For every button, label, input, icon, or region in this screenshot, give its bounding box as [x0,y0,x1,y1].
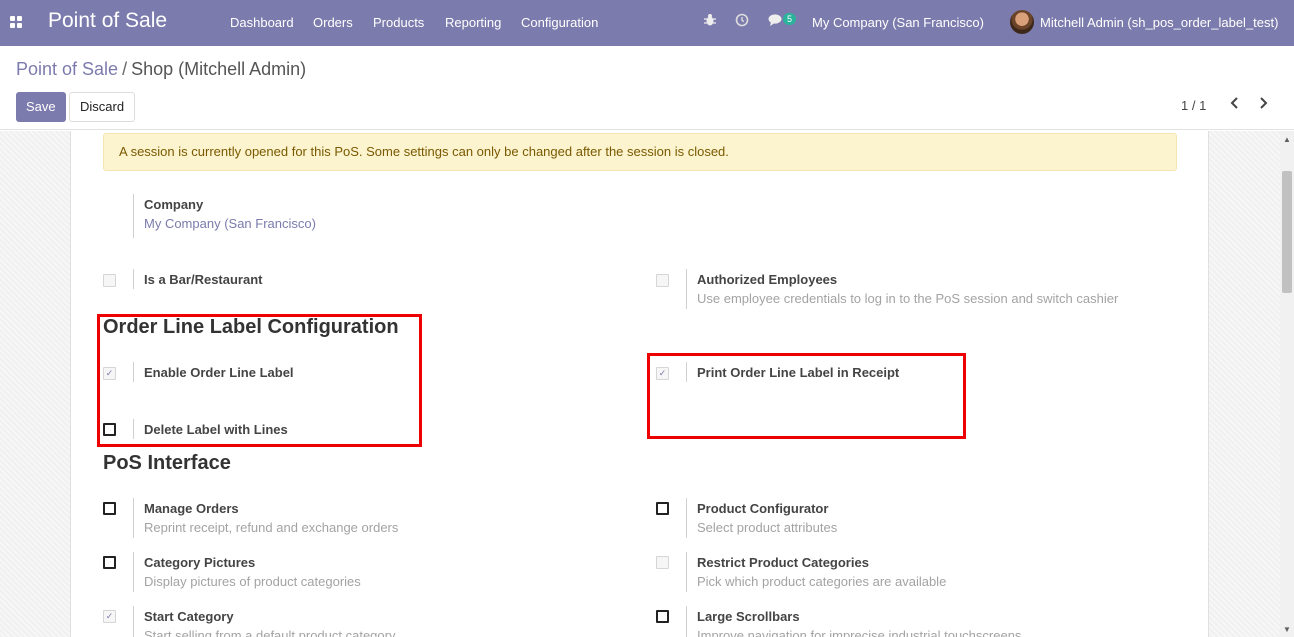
authorized-employees-checkbox [656,274,669,287]
scroll-thumb[interactable] [1282,171,1292,293]
menu-reporting[interactable]: Reporting [445,15,501,30]
restrict-categories-desc: Pick which product categories are availa… [697,574,947,589]
category-pictures-label: Category Pictures [144,555,256,570]
top-navbar: Point of Sale Dashboard Orders Products … [0,0,1294,46]
menu-products[interactable]: Products [373,15,424,30]
divider [686,606,687,637]
manage-orders-desc: Reprint receipt, refund and exchange ord… [144,520,399,535]
highlight-box-left [97,314,422,447]
chevron-left-icon[interactable] [1229,96,1241,115]
messages-badge: 5 [783,13,797,25]
start-category-label: Start Category [144,609,234,624]
restrict-categories-label: Restrict Product Categories [697,555,869,570]
divider [686,498,687,538]
company-switcher[interactable]: My Company (San Francisco) [812,15,984,30]
product-configurator-label: Product Configurator [697,501,829,516]
scrollbar[interactable]: ▲ ▼ [1280,131,1294,637]
bug-icon[interactable] [703,13,717,30]
breadcrumb-current: Shop (Mitchell Admin) [131,59,307,79]
user-menu[interactable]: Mitchell Admin (sh_pos_order_label_test) [1040,15,1278,30]
scroll-up-icon[interactable]: ▲ [1283,135,1291,144]
app-title[interactable]: Point of Sale [48,9,167,33]
authorized-employees-label: Authorized Employees [697,272,838,287]
form-content[interactable]: A session is currently opened for this P… [0,131,1294,637]
save-button[interactable]: Save [16,92,66,122]
scroll-down-icon[interactable]: ▼ [1283,625,1291,634]
discard-button[interactable]: Discard [69,92,136,122]
chat-icon[interactable] [768,13,784,30]
large-scrollbars-checkbox[interactable] [656,610,669,623]
bar-restaurant-label: Is a Bar/Restaurant [144,272,263,287]
breadcrumb-parent[interactable]: Point of Sale [16,59,118,79]
breadcrumb: Point of Sale / Shop (Mitchell Admin) [16,59,306,80]
product-configurator-desc: Select product attributes [697,520,838,535]
large-scrollbars-label: Large Scrollbars [697,609,800,624]
manage-orders-label: Manage Orders [144,501,239,516]
highlight-box-right [647,353,966,439]
manage-orders-checkbox[interactable] [103,502,116,515]
menu-dashboard[interactable]: Dashboard [230,15,294,30]
divider [133,552,134,592]
divider [686,269,687,309]
divider [133,606,134,637]
authorized-employees-desc: Use employee credentials to log in to th… [697,291,1119,306]
session-warning: A session is currently opened for this P… [103,133,1177,171]
category-pictures-desc: Display pictures of product categories [144,574,361,589]
divider [686,552,687,592]
company-label: Company [144,197,204,212]
bar-restaurant-checkbox [103,274,116,287]
large-scrollbars-desc: Improve navigation for imprecise industr… [697,628,1022,637]
avatar[interactable] [1010,10,1034,34]
start-category-checkbox[interactable]: ✓ [103,610,116,623]
divider [133,498,134,538]
divider [133,194,134,238]
category-pictures-checkbox[interactable] [103,556,116,569]
start-category-desc: Start selling from a default product cat… [144,628,396,637]
pager-value: 1 / 1 [1181,98,1207,113]
menu-orders[interactable]: Orders [313,15,353,30]
control-panel: Point of Sale / Shop (Mitchell Admin) Save… [0,46,1294,130]
divider [133,269,134,289]
company-value[interactable]: My Company (San Francisco) [144,216,316,231]
apps-icon[interactable] [10,16,23,29]
restrict-categories-checkbox [656,556,669,569]
product-configurator-checkbox[interactable] [656,502,669,515]
breadcrumb-separator: / [122,59,128,79]
menu-configuration[interactable]: Configuration [521,15,598,30]
clock-icon[interactable] [735,13,749,30]
chevron-right-icon[interactable] [1257,96,1269,115]
pos-interface-section-title: PoS Interface [103,452,231,474]
